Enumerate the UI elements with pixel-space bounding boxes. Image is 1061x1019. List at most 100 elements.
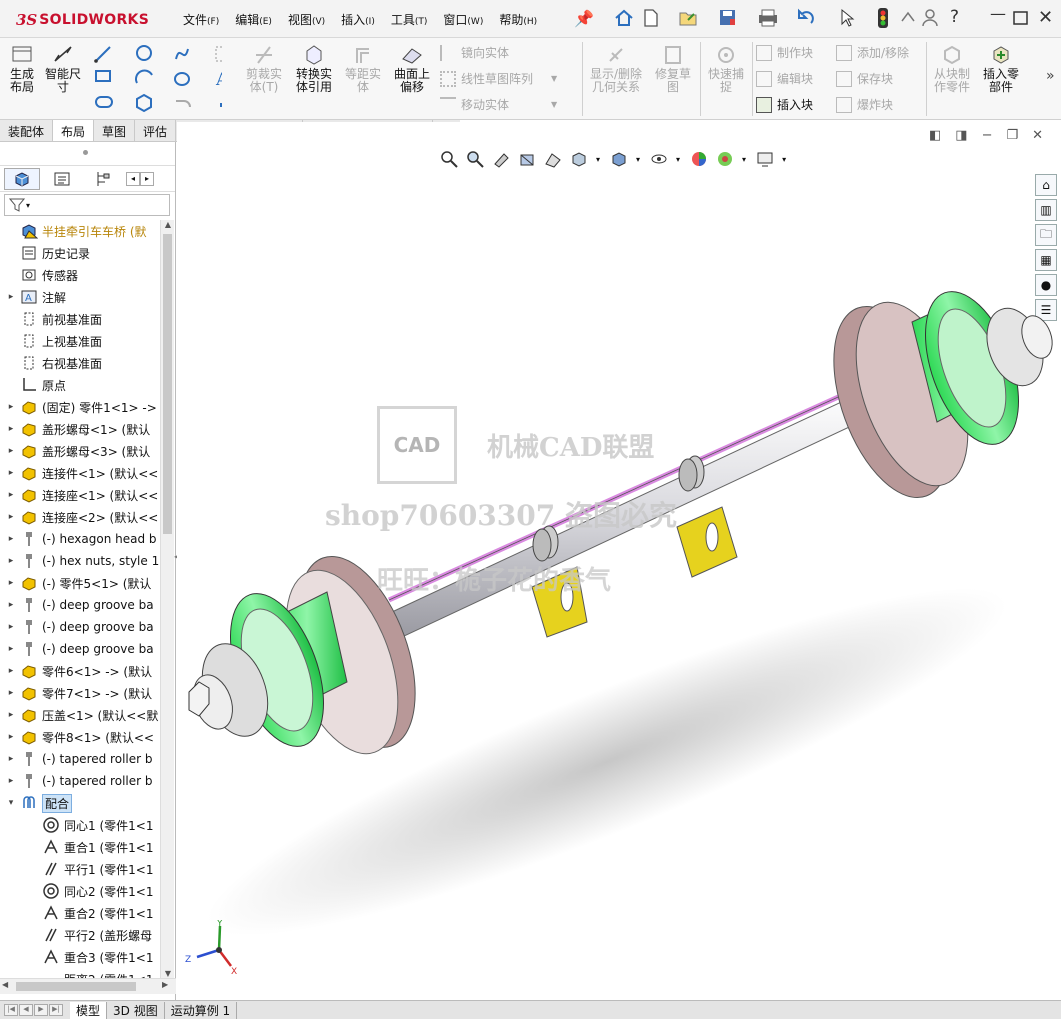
menu-item-6[interactable]: 帮助(H) [499, 11, 537, 28]
expand-arrow-icon[interactable]: ▸ [6, 512, 16, 522]
traffic-light-icon[interactable] [877, 7, 889, 29]
select-pointer-icon[interactable] [839, 8, 855, 28]
explode-block-button[interactable]: 爆炸块 [836, 96, 893, 113]
tree-item[interactable]: ▸ (-) 零件5<1> (默认 [0, 572, 160, 594]
open-icon[interactable] [678, 8, 700, 28]
tree-item[interactable]: 同心1 (零件1<1 [0, 814, 160, 836]
make-block-button[interactable]: 制作块 [756, 44, 813, 61]
command-tab-3[interactable]: 评估 [135, 120, 177, 141]
expand-arrow-icon[interactable]: ▸ [6, 468, 16, 478]
first-tab-icon[interactable]: |◀ [4, 1004, 18, 1016]
tree-item[interactable]: ▸ 零件8<1> (默认<< [0, 726, 160, 748]
tab-scroll-right-icon[interactable]: ▸ [140, 171, 154, 186]
bottom-tab-2[interactable]: 运动算例 1 [165, 1001, 238, 1019]
generate-layout-button[interactable]: 生成 布局 [6, 43, 38, 94]
expand-arrow-icon[interactable]: ▸ [6, 644, 16, 654]
bottom-tab-1[interactable]: 3D 视图 [107, 1001, 165, 1019]
expand-arrow-icon[interactable]: ▸ [6, 490, 16, 500]
tree-item[interactable]: ▸ 零件7<1> -> (默认 [0, 682, 160, 704]
tree-item[interactable]: ▸ (固定) 零件1<1> -> [0, 396, 160, 418]
trim-entities-button[interactable]: 剪裁实 体(T) [242, 43, 286, 94]
offset-on-surface-button[interactable]: 曲面上 偏移 [390, 43, 434, 94]
prev-tab-icon[interactable]: ◀ [19, 1004, 33, 1016]
tree-item[interactable]: ▸ 零件6<1> -> (默认 [0, 660, 160, 682]
menu-item-4[interactable]: 工具(T) [391, 11, 428, 28]
tree-item[interactable]: ▸ 盖形螺母<3> (默认 [0, 440, 160, 462]
repair-sketch-button[interactable]: 修复草 图 [650, 43, 696, 94]
display-delete-relations-button[interactable]: 显示/删除 几何关系 [586, 43, 646, 94]
expand-arrow-icon[interactable]: ▸ [6, 732, 16, 742]
feature-manager-tab[interactable] [4, 167, 40, 190]
print-icon[interactable] [757, 8, 779, 28]
tree-item[interactable]: ▸ 连接座<1> (默认<< [0, 484, 160, 506]
tree-item[interactable]: ▸ (-) tapered roller b [0, 748, 160, 770]
tree-item[interactable]: ▸ A 注解 [0, 286, 160, 308]
expand-arrow-icon[interactable]: ▸ [6, 710, 16, 720]
tree-item[interactable]: 半挂牵引车车桥 (默 [0, 220, 160, 242]
expand-arrow-icon[interactable]: ▸ [6, 578, 16, 588]
minimize-icon[interactable]: — [990, 4, 1006, 23]
command-tab-2[interactable]: 草图 [94, 120, 136, 141]
pin-icon[interactable]: 📌 [574, 9, 594, 28]
tree-item[interactable]: ▸ (-) deep groove ba [0, 638, 160, 660]
tree-item[interactable]: ▸ (-) tapered roller b [0, 770, 160, 792]
solidworks-logo[interactable]: 3S SOLIDWORKS [16, 9, 149, 31]
tree-item[interactable]: 前视基准面 [0, 308, 160, 330]
move-entities-button[interactable]: 移动实体 ▼ [440, 96, 557, 113]
tree-item[interactable]: ▸ (-) deep groove ba [0, 594, 160, 616]
tree-item[interactable]: ▸ (-) hex nuts, style 1 [0, 550, 160, 572]
tree-vertical-scrollbar[interactable]: ▲ ▼ [160, 220, 174, 982]
expand-arrow-icon[interactable]: ▸ [6, 666, 16, 676]
scroll-thumb[interactable] [163, 234, 172, 534]
tree-item[interactable]: 平行2 (盖形螺母 [0, 924, 160, 946]
expand-arrow-icon[interactable]: ▸ [6, 402, 16, 412]
tab-scroll-left-icon[interactable]: ◂ [126, 171, 140, 186]
tree-item[interactable]: ▾ 配合 [0, 792, 160, 814]
smart-dimension-button[interactable]: 智能尺 寸 [42, 43, 84, 94]
tree-item[interactable]: 重合1 (零件1<1 [0, 836, 160, 858]
tree-item[interactable]: 重合3 (零件1<1 [0, 946, 160, 968]
home-icon[interactable] [614, 8, 634, 28]
tree-item[interactable]: ▸ 连接件<1> (默认<< [0, 462, 160, 484]
convert-entities-button[interactable]: 转换实 体引用 [290, 43, 338, 94]
insert-block-button[interactable]: 插入块 [756, 96, 813, 113]
expand-arrow-icon[interactable]: ▸ [6, 424, 16, 434]
configuration-manager-tab[interactable] [84, 168, 120, 190]
graphics-area[interactable]: ▾ ▾ ▾ ▾ ▾ ◧ ◨ − ❐ ✕ ⌂ ▥ 🗀 ▦ ● ☰ CAD 机械CA… [177, 122, 1061, 1000]
new-document-icon[interactable] [642, 8, 660, 28]
expand-arrow-icon[interactable]: ▸ [6, 534, 16, 544]
user-icon[interactable] [922, 8, 938, 28]
undo-icon[interactable] [796, 8, 816, 28]
last-tab-icon[interactable]: ▶| [49, 1004, 63, 1016]
tree-item[interactable]: 历史记录 [0, 242, 160, 264]
next-tab-icon[interactable]: ▶ [34, 1004, 48, 1016]
close-icon[interactable]: ✕ [1038, 7, 1053, 28]
scroll-right-icon[interactable]: ▶ [162, 980, 168, 989]
tree-horizontal-scrollbar[interactable]: ◀ ▶ [0, 978, 176, 994]
quick-snaps-button[interactable]: 快速捕 捉 [704, 43, 748, 94]
property-manager-tab[interactable] [44, 168, 80, 190]
tree-item[interactable]: 右视基准面 [0, 352, 160, 374]
menu-item-3[interactable]: 插入(I) [341, 11, 375, 28]
menu-item-0[interactable]: 文件(F) [183, 11, 219, 28]
expand-arrow-icon[interactable]: ▸ [6, 622, 16, 632]
tree-item[interactable]: 传感器 [0, 264, 160, 286]
more-commands-icon[interactable]: » [1046, 68, 1055, 84]
tree-item[interactable]: 重合2 (零件1<1 [0, 902, 160, 924]
expand-arrow-icon[interactable]: ▸ [6, 600, 16, 610]
command-tab-1[interactable]: 布局 [53, 120, 95, 141]
save-block-button[interactable]: 保存块 [836, 70, 893, 87]
edit-block-button[interactable]: 编辑块 [756, 70, 813, 87]
tree-item[interactable]: ▸ (-) deep groove ba [0, 616, 160, 638]
help-icon[interactable]: ? [950, 7, 959, 27]
expand-arrow-icon[interactable]: ▾ [6, 798, 16, 808]
scroll-left-icon[interactable]: ◀ [2, 980, 8, 989]
expand-arrow-icon[interactable]: ▸ [6, 688, 16, 698]
make-part-from-block-button[interactable]: 从块制 作零件 [930, 43, 974, 94]
tree-item[interactable]: ▸ 连接座<2> (默认<< [0, 506, 160, 528]
hscroll-thumb[interactable] [16, 982, 136, 991]
add-remove-button[interactable]: 添加/移除 [836, 44, 909, 61]
tree-item[interactable]: ▸ (-) hexagon head b [0, 528, 160, 550]
tree-filter-box[interactable]: ▾ [4, 194, 170, 216]
insert-part-button[interactable]: 插入零 部件 [978, 43, 1024, 94]
